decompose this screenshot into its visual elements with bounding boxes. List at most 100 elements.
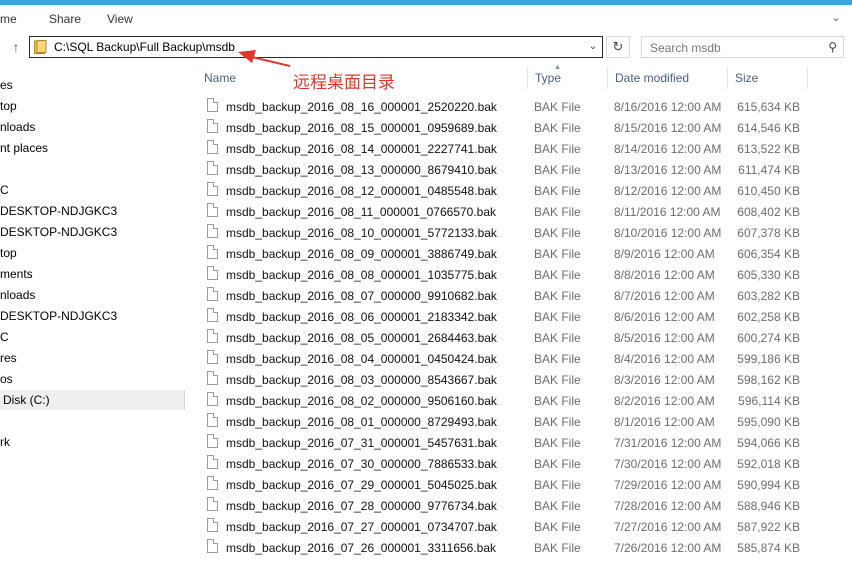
nav-item[interactable]: nloads xyxy=(0,285,184,305)
column-divider[interactable] xyxy=(807,67,808,89)
file-type: BAK File xyxy=(534,121,581,135)
file-row[interactable]: msdb_backup_2016_08_03_000000_8543667.ba… xyxy=(196,369,808,390)
file-row[interactable]: msdb_backup_2016_07_26_000001_3311656.ba… xyxy=(196,537,808,558)
file-row[interactable]: msdb_backup_2016_08_12_000001_0485548.ba… xyxy=(196,180,808,201)
nav-item-label: ments xyxy=(0,267,33,281)
file-type: BAK File xyxy=(534,457,581,471)
file-row[interactable]: msdb_backup_2016_07_30_000000_7886533.ba… xyxy=(196,453,808,474)
nav-item[interactable]: os xyxy=(0,369,184,389)
file-size: 585,874 KB xyxy=(737,541,800,555)
column-date-modified[interactable]: Date modified xyxy=(607,67,727,89)
file-row[interactable]: msdb_backup_2016_08_05_000001_2684463.ba… xyxy=(196,327,808,348)
file-date-modified: 7/26/2016 12:00 AM xyxy=(614,541,722,555)
file-type: BAK File xyxy=(534,184,581,198)
file-name: msdb_backup_2016_08_12_000001_0485548.ba… xyxy=(226,184,497,198)
file-size: 595,090 KB xyxy=(737,415,800,429)
file-row[interactable]: msdb_backup_2016_07_27_000001_0734707.ba… xyxy=(196,516,808,537)
file-name: msdb_backup_2016_08_16_000001_2520220.ba… xyxy=(226,100,497,114)
nav-item-label: es xyxy=(0,78,13,92)
file-name: msdb_backup_2016_08_05_000001_2684463.ba… xyxy=(226,331,497,345)
file-date-modified: 8/8/2016 12:00 AM xyxy=(614,268,715,282)
file-icon xyxy=(207,119,218,133)
file-row[interactable]: msdb_backup_2016_08_13_000000_8679410.ba… xyxy=(196,159,808,180)
file-icon xyxy=(207,518,218,532)
nav-item-label: Disk (C:) xyxy=(3,393,50,407)
file-row[interactable]: msdb_backup_2016_08_06_000001_2183342.ba… xyxy=(196,306,808,327)
file-row[interactable]: msdb_backup_2016_08_16_000001_2520220.ba… xyxy=(196,96,808,117)
nav-item[interactable]: nt places xyxy=(0,138,184,158)
navigation-pane: es top nloads nt places C DESKTOP-NDJGKC3 DESK… xyxy=(0,66,186,568)
file-name: msdb_backup_2016_08_06_000001_2183342.ba… xyxy=(226,310,497,324)
file-name: msdb_backup_2016_08_02_000000_9506160.ba… xyxy=(226,394,497,408)
file-name: msdb_backup_2016_08_09_000001_3886749.ba… xyxy=(226,247,497,261)
file-type: BAK File xyxy=(534,205,581,219)
file-row[interactable]: msdb_backup_2016_08_10_000001_5772133.ba… xyxy=(196,222,808,243)
file-row[interactable]: msdb_backup_2016_07_31_000001_5457631.ba… xyxy=(196,432,808,453)
nav-item[interactable]: rk xyxy=(0,432,184,452)
nav-item[interactable]: es xyxy=(0,75,184,95)
file-icon xyxy=(207,329,218,343)
file-name: msdb_backup_2016_07_27_000001_0734707.ba… xyxy=(226,520,497,534)
address-history-dropdown-icon[interactable]: ⌄ xyxy=(584,37,602,57)
file-date-modified: 8/16/2016 12:00 AM xyxy=(614,100,722,114)
file-row[interactable]: msdb_backup_2016_08_15_000001_0959689.ba… xyxy=(196,117,808,138)
search-icon[interactable]: ⚲ xyxy=(828,40,837,54)
file-type: BAK File xyxy=(534,268,581,282)
nav-item[interactable]: DESKTOP-NDJGKC3 xyxy=(0,306,184,326)
file-size: 587,922 KB xyxy=(737,520,800,534)
nav-item[interactable]: ments xyxy=(0,264,184,284)
file-row[interactable]: msdb_backup_2016_08_02_000000_9506160.ba… xyxy=(196,390,808,411)
file-date-modified: 8/13/2016 12:00 AM xyxy=(614,163,722,177)
nav-item[interactable]: res xyxy=(0,348,184,368)
nav-item[interactable]: nloads xyxy=(0,117,184,137)
file-row[interactable]: msdb_backup_2016_08_04_000001_0450424.ba… xyxy=(196,348,808,369)
file-date-modified: 8/12/2016 12:00 AM xyxy=(614,184,722,198)
file-icon xyxy=(207,266,218,280)
file-row[interactable]: msdb_backup_2016_08_11_000001_0766570.ba… xyxy=(196,201,808,222)
nav-item[interactable] xyxy=(0,159,184,179)
up-arrow-icon[interactable]: ↑ xyxy=(9,38,23,56)
file-row[interactable]: msdb_backup_2016_08_09_000001_3886749.ba… xyxy=(196,243,808,264)
nav-item[interactable]: DESKTOP-NDJGKC3 xyxy=(0,201,184,221)
file-date-modified: 7/30/2016 12:00 AM xyxy=(614,457,722,471)
tab-home[interactable]: me xyxy=(0,12,17,26)
file-icon xyxy=(207,308,218,322)
file-icon xyxy=(207,371,218,385)
file-row[interactable]: msdb_backup_2016_08_14_000001_2227741.ba… xyxy=(196,138,808,159)
file-type: BAK File xyxy=(534,520,581,534)
column-type[interactable]: Type xyxy=(527,67,607,89)
column-size[interactable]: Size xyxy=(727,67,807,89)
refresh-icon[interactable]: ↻ xyxy=(606,36,630,58)
nav-item[interactable]: C xyxy=(0,180,184,200)
file-row[interactable]: msdb_backup_2016_08_01_000000_8729493.ba… xyxy=(196,411,808,432)
tab-view[interactable]: View xyxy=(107,12,133,26)
file-icon xyxy=(207,350,218,364)
file-row[interactable]: msdb_backup_2016_07_28_000000_9776734.ba… xyxy=(196,495,808,516)
file-size: 615,634 KB xyxy=(737,100,800,114)
search-placeholder[interactable]: Search msdb xyxy=(650,41,721,55)
nav-item[interactable] xyxy=(0,411,184,431)
file-row[interactable]: msdb_backup_2016_08_08_000001_1035775.ba… xyxy=(196,264,808,285)
nav-item[interactable]: C xyxy=(0,327,184,347)
nav-item[interactable]: top xyxy=(0,243,184,263)
address-path[interactable]: C:\SQL Backup\Full Backup\msdb xyxy=(54,40,235,54)
file-type: BAK File xyxy=(534,499,581,513)
file-date-modified: 8/3/2016 12:00 AM xyxy=(614,373,715,387)
tab-share[interactable]: Share xyxy=(49,12,81,26)
address-bar[interactable]: C:\SQL Backup\Full Backup\msdb ⌄ xyxy=(29,36,603,58)
nav-item-label: DESKTOP-NDJGKC3 xyxy=(0,309,118,323)
file-size: 607,378 KB xyxy=(737,226,800,240)
nav-item-label: DESKTOP-NDJGKC3 xyxy=(0,225,118,239)
file-name: msdb_backup_2016_08_01_000000_8729493.ba… xyxy=(226,415,497,429)
file-size: 608,402 KB xyxy=(737,205,800,219)
nav-item-label: top xyxy=(0,246,17,260)
file-row[interactable]: msdb_backup_2016_07_29_000001_5045025.ba… xyxy=(196,474,808,495)
nav-item[interactable]: Disk (C:) xyxy=(0,390,185,410)
file-row[interactable]: msdb_backup_2016_08_07_000000_9910682.ba… xyxy=(196,285,808,306)
search-box[interactable]: Search msdb ⚲ xyxy=(641,36,844,58)
file-size: 596,114 KB xyxy=(738,394,800,408)
expand-ribbon-icon[interactable]: ⌄ xyxy=(828,10,844,26)
file-type: BAK File xyxy=(534,352,581,366)
nav-item[interactable]: top xyxy=(0,96,184,116)
nav-item[interactable]: DESKTOP-NDJGKC3 xyxy=(0,222,184,242)
